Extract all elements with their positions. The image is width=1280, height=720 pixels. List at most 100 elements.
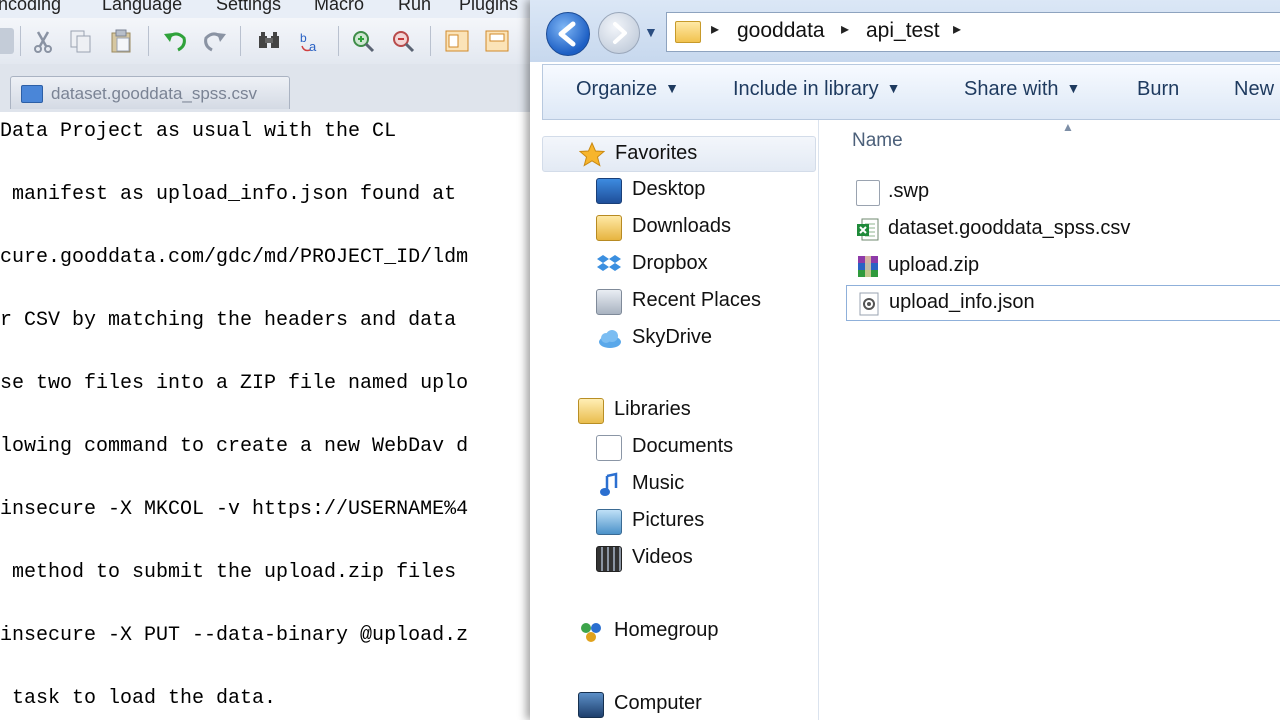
- winrar-archive-icon: [856, 254, 878, 278]
- breadcrumb-chevron-icon[interactable]: ▸: [711, 19, 719, 39]
- npp-tabbar: dataset.gooddata_spss.csv: [0, 64, 540, 113]
- organize-label: Organize: [576, 78, 658, 100]
- code-line: cure.gooddata.com/gdc/md/PROJECT_ID/ldm: [0, 246, 469, 269]
- explorer-window: ▼ ▸ gooddata ▸ api_test ▸ Organize ▼ Incl…: [530, 0, 1280, 720]
- code-line: insecure -X PUT --data-binary @upload.z: [0, 624, 469, 647]
- folder-icon: [675, 21, 701, 43]
- arrow-left-icon: [558, 21, 576, 47]
- replace-icon[interactable]: ba: [298, 28, 324, 54]
- tab-dataset-file[interactable]: dataset.gooddata_spss.csv: [10, 76, 290, 109]
- music-note-icon: [596, 472, 620, 496]
- homegroup-icon: [578, 619, 602, 643]
- menu-language[interactable]: Language: [102, 0, 182, 15]
- nav-desktop[interactable]: Desktop: [542, 173, 818, 207]
- menu-settings[interactable]: Settings: [216, 0, 281, 15]
- menu-run[interactable]: Run: [398, 0, 431, 15]
- dropdown-caret-icon: ▼: [665, 80, 680, 96]
- nav-recent-places-label: Recent Places: [632, 289, 761, 311]
- npp-editor[interactable]: Data Project as usual with the CL manife…: [0, 112, 540, 720]
- menu-macro[interactable]: Macro: [314, 0, 364, 15]
- pictures-icon: [596, 509, 622, 535]
- nav-computer[interactable]: Computer: [542, 687, 818, 720]
- nav-homegroup[interactable]: Homegroup: [542, 614, 818, 648]
- breadcrumb-chevron-icon[interactable]: ▸: [841, 19, 849, 39]
- file-row-upload-info-json[interactable]: upload_info.json: [846, 285, 1280, 321]
- recent-places-icon: [596, 289, 622, 315]
- share-with-button[interactable]: Share with ▼: [964, 78, 1080, 101]
- sync-horizontal-icon[interactable]: [484, 28, 510, 54]
- toolbar-button-icon[interactable]: [0, 28, 14, 54]
- nav-dropbox[interactable]: Dropbox: [542, 247, 818, 281]
- undo-icon[interactable]: [162, 28, 188, 54]
- dropdown-caret-icon: ▼: [1066, 80, 1081, 96]
- redo-icon[interactable]: [202, 28, 228, 54]
- code-line: Data Project as usual with the CL: [0, 120, 397, 143]
- address-bar[interactable]: ▸ gooddata ▸ api_test ▸: [666, 12, 1280, 52]
- videos-filmstrip-icon: [596, 546, 622, 572]
- code-line: lowing command to create a new WebDav d: [0, 435, 469, 458]
- dropbox-icon: [596, 252, 621, 276]
- nav-dropbox-label: Dropbox: [632, 252, 708, 274]
- cut-icon[interactable]: [30, 28, 56, 54]
- explorer-titlebar: ▼ ▸ gooddata ▸ api_test ▸: [530, 0, 1280, 62]
- code-line: se two files into a ZIP file named uplo: [0, 372, 469, 395]
- menu-plugins[interactable]: Plugins: [459, 0, 518, 15]
- nav-pictures[interactable]: Pictures: [542, 504, 818, 538]
- breadcrumb-gooddata[interactable]: gooddata: [737, 19, 825, 43]
- code-line: manifest as upload_info.json found at: [0, 183, 457, 206]
- file-row-upload-zip[interactable]: upload.zip: [846, 249, 1280, 283]
- computer-icon: [578, 692, 604, 718]
- nav-videos[interactable]: Videos: [542, 541, 818, 575]
- toolbar-separator: [20, 26, 21, 56]
- sort-ascending-icon: ▲: [1062, 120, 1074, 134]
- find-icon[interactable]: [256, 28, 282, 54]
- nav-music-label: Music: [632, 472, 685, 494]
- json-file-icon: [857, 291, 879, 316]
- save-disk-icon: [21, 85, 43, 103]
- breadcrumb-chevron-icon[interactable]: ▸: [953, 19, 961, 39]
- burn-button[interactable]: Burn: [1137, 78, 1179, 101]
- include-in-library-button[interactable]: Include in library ▼: [733, 78, 900, 101]
- nav-skydrive[interactable]: SkyDrive: [542, 321, 818, 355]
- code-line: task to load the data.: [0, 687, 277, 710]
- nav-downloads-label: Downloads: [632, 215, 731, 237]
- file-row-swp[interactable]: .swp: [846, 175, 1280, 209]
- file-name: upload_info.json: [889, 291, 1035, 313]
- toolbar-separator: [338, 26, 339, 56]
- npp-toolbar: ba: [0, 18, 540, 65]
- organize-button[interactable]: Organize ▼: [576, 78, 679, 101]
- excel-csv-icon: [856, 217, 879, 241]
- nav-documents[interactable]: Documents: [542, 430, 818, 464]
- nav-favorites[interactable]: Favorites: [542, 136, 816, 172]
- nav-favorites-label: Favorites: [615, 142, 698, 164]
- zoom-out-icon[interactable]: [390, 28, 416, 54]
- notepadpp-window: ncoding Language Settings Macro Run Plug…: [0, 0, 540, 720]
- documents-icon: [596, 435, 622, 461]
- nav-downloads[interactable]: Downloads: [542, 210, 818, 244]
- toolbar-separator: [430, 26, 431, 56]
- column-header-name[interactable]: Name: [852, 130, 903, 152]
- nav-documents-label: Documents: [632, 435, 734, 457]
- nav-recent-places[interactable]: Recent Places: [542, 284, 818, 318]
- file-row-dataset-csv[interactable]: dataset.gooddata_spss.csv: [846, 212, 1280, 246]
- zoom-in-icon[interactable]: [350, 28, 376, 54]
- tab-label: dataset.gooddata_spss.csv: [51, 84, 258, 103]
- recent-pages-dropdown-icon[interactable]: ▼: [644, 24, 658, 40]
- new-folder-button[interactable]: New: [1234, 78, 1274, 101]
- copy-icon[interactable]: [68, 28, 94, 54]
- nav-libraries[interactable]: Libraries: [542, 393, 818, 427]
- nav-libraries-label: Libraries: [614, 398, 691, 420]
- back-button[interactable]: [546, 12, 590, 56]
- share-with-label: Share with: [964, 78, 1059, 100]
- sync-vertical-icon[interactable]: [444, 28, 470, 54]
- paste-icon[interactable]: [108, 28, 134, 54]
- forward-button[interactable]: [598, 12, 640, 54]
- nav-desktop-label: Desktop: [632, 178, 706, 200]
- breadcrumb-api-test[interactable]: api_test: [866, 19, 940, 43]
- nav-skydrive-label: SkyDrive: [632, 326, 713, 348]
- file-name: .swp: [888, 180, 930, 202]
- nav-music[interactable]: Music: [542, 467, 818, 501]
- libraries-icon: [578, 398, 604, 424]
- menu-encoding[interactable]: ncoding: [0, 0, 61, 15]
- svg-text:a: a: [309, 39, 317, 54]
